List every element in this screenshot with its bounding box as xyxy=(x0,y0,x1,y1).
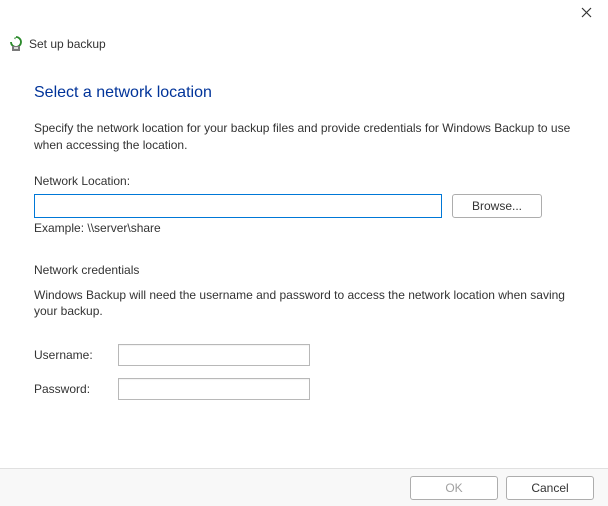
browse-button[interactable]: Browse... xyxy=(452,194,542,218)
credentials-description: Windows Backup will need the username an… xyxy=(34,287,574,321)
close-button[interactable] xyxy=(572,4,600,24)
username-input[interactable] xyxy=(118,344,310,366)
credentials-section-label: Network credentials xyxy=(34,263,574,277)
dialog-title: Set up backup xyxy=(29,37,106,51)
ok-button[interactable]: OK xyxy=(410,476,498,500)
password-label: Password: xyxy=(34,382,118,396)
example-text: Example: \\server\share xyxy=(34,221,574,235)
dialog-header: Set up backup xyxy=(0,0,608,60)
username-label: Username: xyxy=(34,348,118,362)
network-location-input[interactable] xyxy=(34,194,442,218)
backup-icon xyxy=(8,36,24,52)
cancel-button[interactable]: Cancel xyxy=(506,476,594,500)
dialog-footer: OK Cancel xyxy=(0,468,608,506)
page-title: Select a network location xyxy=(34,84,574,102)
password-input[interactable] xyxy=(118,378,310,400)
page-description: Specify the network location for your ba… xyxy=(34,120,574,154)
close-icon xyxy=(581,7,592,21)
network-location-label: Network Location: xyxy=(34,174,574,188)
dialog-content: Select a network location Specify the ne… xyxy=(0,60,608,422)
